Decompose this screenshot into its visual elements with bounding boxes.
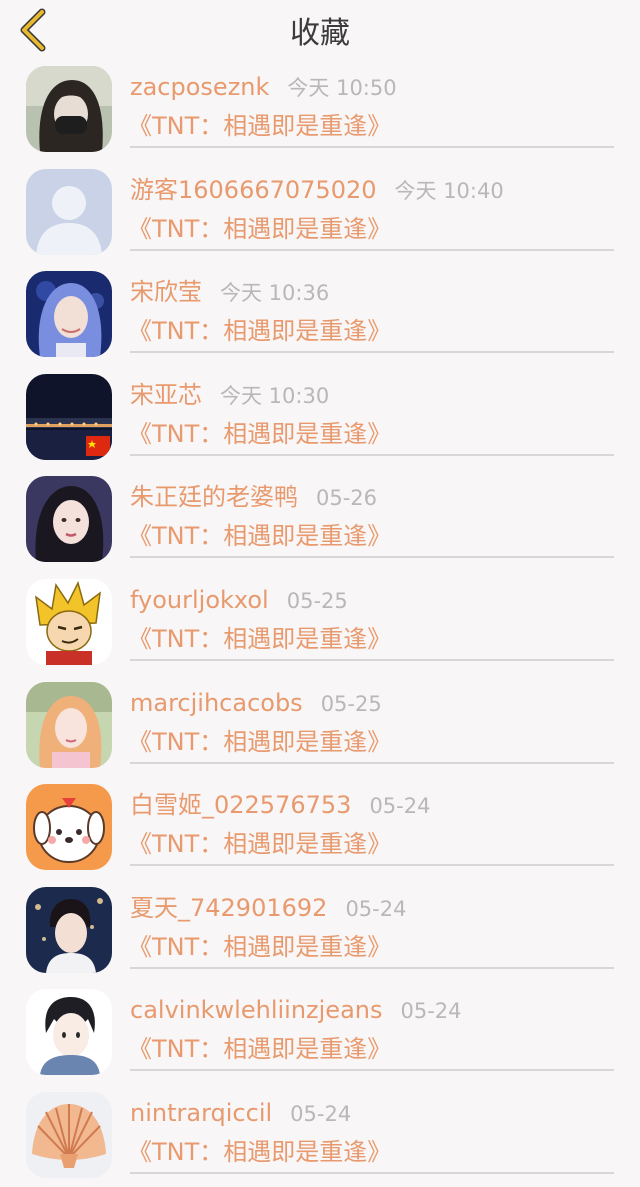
username-text: zacposeznk (130, 73, 270, 101)
avatar-girl-mask (26, 66, 112, 152)
list-item[interactable]: zacposeznk 今天 10:50 《TNT：相遇即是重逢》 (0, 58, 640, 161)
username-text: 白雪姬_022576753 (130, 791, 352, 820)
work-title[interactable]: 《TNT：相遇即是重逢》 (128, 520, 391, 552)
header-bar: 收藏 (0, 0, 640, 58)
username: 夏天_742901692 05-24 (130, 892, 406, 925)
divider (130, 146, 614, 148)
divider (130, 1171, 614, 1174)
work-title[interactable]: 《TNT：相遇即是重逢》 (128, 931, 391, 963)
username: nintrarqiccil 05-24 (130, 1097, 351, 1130)
work-title[interactable]: 《TNT：相遇即是重逢》 (128, 726, 391, 758)
username-text: 游客1606667075020 (130, 175, 377, 204)
work-title[interactable]: 《TNT：相遇即是重逢》 (128, 623, 391, 655)
username: marcjihcacobs 05-25 (130, 687, 382, 720)
timestamp: 今天 10:30 (220, 383, 330, 408)
avatar-pink-girl (26, 681, 112, 768)
divider (130, 761, 614, 764)
username-text: 宋亚芯 (130, 380, 202, 409)
timestamp: 今天 10:40 (394, 178, 504, 203)
username-text: calvinkwlehliinzjeans (130, 996, 383, 1025)
username: 宋亚芯 今天 10:30 (130, 379, 329, 412)
timestamp: 05-24 (290, 1101, 352, 1126)
avatar-cartoon-dog (26, 784, 112, 871)
divider (130, 864, 614, 867)
avatar[interactable] (26, 886, 112, 973)
work-title[interactable]: 《TNT：相遇即是重逢》 (128, 1136, 391, 1168)
avatar[interactable] (26, 681, 112, 768)
avatar-seashell (26, 1091, 112, 1178)
username-text: marcjihcacobs (130, 688, 303, 717)
avatar[interactable] (26, 578, 112, 665)
timestamp: 05-25 (286, 588, 348, 613)
username-text: 夏天_742901692 (130, 893, 328, 922)
work-title[interactable]: 《TNT：相遇即是重逢》 (128, 828, 391, 860)
work-title[interactable]: 《TNT：相遇即是重逢》 (128, 213, 391, 245)
list-item[interactable]: 宋欣莹 今天 10:36 《TNT：相遇即是重逢》 (0, 263, 640, 366)
avatar[interactable] (26, 989, 112, 1076)
username-text: fyourljokxol (130, 585, 269, 614)
timestamp: 今天 10:36 (220, 281, 330, 306)
list-item[interactable]: marcjihcacobs 05-25 《TNT：相遇即是重逢》 (0, 674, 640, 777)
divider (130, 248, 614, 251)
work-title[interactable]: 《TNT：相遇即是重逢》 (128, 1033, 391, 1065)
divider (130, 556, 614, 559)
avatar-default-person (26, 168, 112, 255)
username: 朱正廷的老婆鸭 05-26 (130, 481, 377, 514)
favorites-list: zacposeznk 今天 10:50 《TNT：相遇即是重逢》 游客16066670… (0, 58, 640, 1187)
divider (130, 658, 614, 661)
username: 游客1606667075020 今天 10:40 (130, 174, 504, 207)
avatar[interactable] (26, 784, 112, 871)
timestamp: 05-24 (345, 896, 407, 921)
avatar-anime-boy (26, 989, 112, 1076)
avatar-dark-hair-girl (26, 476, 112, 563)
username-text: nintrarqiccil (130, 1098, 273, 1127)
timestamp: 05-24 (400, 999, 462, 1024)
timestamp: 05-24 (369, 794, 431, 819)
avatar-blue-hair-girl (26, 271, 112, 358)
avatar-night-bridge (26, 373, 112, 460)
list-item[interactable]: fyourljokxol 05-25 《TNT：相遇即是重逢》 (0, 571, 640, 674)
avatar[interactable] (26, 373, 112, 460)
timestamp: 05-26 (316, 486, 378, 511)
avatar[interactable] (26, 476, 112, 563)
timestamp: 05-25 (320, 691, 382, 716)
list-item[interactable]: 夏天_742901692 05-24 《TNT：相遇即是重逢》 (0, 879, 640, 982)
username: zacposeznk 今天 10:50 (130, 71, 397, 104)
list-item[interactable]: calvinkwlehliinzjeans 05-24 《TNT：相遇即是重逢》 (0, 981, 640, 1084)
username-text: 宋欣莹 (130, 278, 202, 307)
list-item[interactable]: nintrarqiccil 05-24 《TNT：相遇即是重逢》 (0, 1084, 640, 1187)
username: calvinkwlehliinzjeans 05-24 (130, 994, 462, 1027)
username-text: 朱正廷的老婆鸭 (130, 483, 298, 512)
username: 宋欣莹 今天 10:36 (130, 276, 329, 309)
work-title[interactable]: 《TNT：相遇即是重逢》 (128, 110, 391, 142)
page-title: 收藏 (290, 16, 350, 51)
avatar[interactable] (26, 168, 112, 255)
list-item[interactable]: 白雪姬_022576753 05-24 《TNT：相遇即是重逢》 (0, 776, 640, 879)
username: 白雪姬_022576753 05-24 (130, 789, 430, 822)
avatar[interactable] (26, 1091, 112, 1178)
avatar-boy-lights (26, 886, 112, 973)
avatar[interactable] (26, 271, 112, 358)
work-title[interactable]: 《TNT：相遇即是重逢》 (128, 315, 391, 347)
avatar[interactable] (26, 66, 112, 152)
list-item[interactable]: 游客1606667075020 今天 10:40 《TNT：相遇即是重逢》 (0, 161, 640, 264)
avatar-cartoon-blond (26, 578, 112, 665)
list-item[interactable]: 朱正廷的老婆鸭 05-26 《TNT：相遇即是重逢》 (0, 468, 640, 571)
username: fyourljokxol 05-25 (130, 584, 348, 617)
divider (130, 453, 614, 456)
divider (130, 1069, 614, 1072)
timestamp: 今天 10:50 (287, 76, 397, 100)
divider (130, 966, 614, 969)
list-item[interactable]: 宋亚芯 今天 10:30 《TNT：相遇即是重逢》 (0, 366, 640, 469)
work-title[interactable]: 《TNT：相遇即是重逢》 (128, 418, 391, 450)
divider (130, 351, 614, 354)
